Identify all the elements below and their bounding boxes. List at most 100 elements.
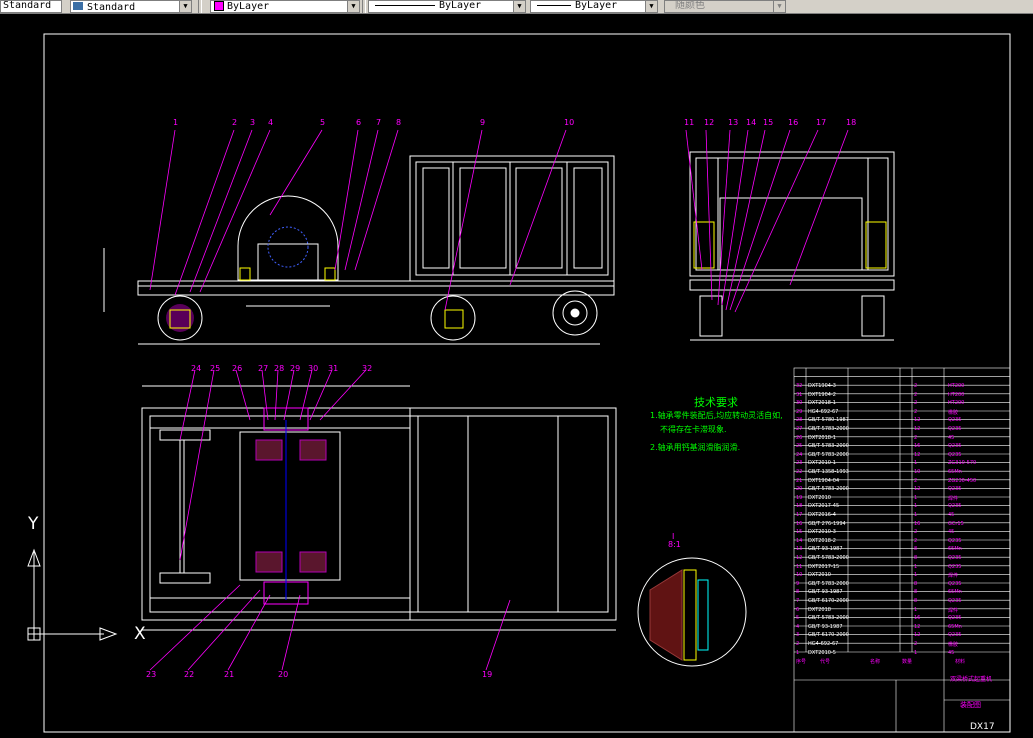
- chevron-down-icon[interactable]: ▼: [645, 1, 657, 12]
- parts-cell: 10: [914, 469, 921, 475]
- parts-cell: 16: [914, 615, 921, 622]
- tech-req-2: 2.轴承用钙基润滑脂润滑.: [650, 443, 741, 452]
- parts-cell: 焊件: [948, 607, 959, 614]
- balloon-30: 30: [308, 364, 319, 373]
- parts-cell: DXT1904-2: [808, 391, 836, 398]
- balloon-25: 25: [210, 364, 221, 373]
- parts-cell: 12: [914, 426, 921, 432]
- parts-cell: DXT1904-3: [808, 383, 836, 389]
- parts-cell: GB/T 93-1987: [808, 546, 843, 553]
- parts-cell: 橡胶: [948, 409, 959, 416]
- parts-cell: 1: [914, 512, 918, 518]
- parts-cell: 19: [796, 494, 803, 501]
- parts-cell: 8: [914, 580, 918, 587]
- title-name: 双梁桥式起重机: [950, 676, 993, 683]
- parts-cell: 21: [796, 477, 803, 484]
- parts-cell: Q235: [948, 486, 962, 493]
- balloon-3: 3: [250, 118, 256, 127]
- parts-cell: 2: [796, 641, 800, 647]
- parts-cell: GB/T 5783-2000: [808, 486, 849, 493]
- parts-cell: 45: [948, 649, 955, 656]
- parts-cell: 25: [796, 443, 803, 450]
- lineweight-preview-icon: [537, 4, 571, 6]
- color-value: ByLayer: [227, 1, 270, 12]
- color-swatch-icon: [214, 1, 224, 11]
- parts-cell: GB/T 5783-2000: [808, 555, 849, 561]
- parts-cell: 8: [914, 546, 918, 553]
- parts-cell: 16: [914, 520, 921, 527]
- parts-cell: 12: [914, 486, 921, 493]
- balloon-1: 1: [173, 118, 179, 127]
- parts-cell: 12: [914, 623, 921, 630]
- parts-cell: DXT1904-04: [808, 477, 840, 484]
- balloon-20: 20: [278, 670, 289, 679]
- parts-cell: 30: [796, 400, 803, 407]
- text-style-value: Standard: [3, 0, 52, 11]
- parts-cell: 28: [796, 417, 803, 424]
- parts-cell: Q235: [948, 537, 962, 544]
- side-view: [689, 151, 895, 341]
- balloon-17: 17: [816, 118, 827, 127]
- parts-cell: Q235: [948, 503, 962, 510]
- balloon-6: 6: [356, 118, 362, 127]
- parts-cell: DXT2018-2: [808, 537, 836, 544]
- parts-cell: 45: [948, 512, 955, 518]
- plotstyle-combo[interactable]: 随颜色 ▼: [664, 0, 786, 13]
- parts-cell: Q235: [948, 443, 962, 450]
- text-style-combo[interactable]: Standard: [0, 0, 62, 13]
- parts-cell: GB/T 5783-2000: [808, 580, 849, 587]
- parts-cell: 16: [796, 520, 803, 527]
- parts-header-cell: 代号: [820, 659, 831, 666]
- parts-cell: DXT2016-4: [808, 512, 836, 518]
- parts-cell: Q235: [948, 555, 962, 561]
- chevron-down-icon[interactable]: ▼: [179, 1, 191, 12]
- chevron-down-icon[interactable]: ▼: [347, 1, 359, 12]
- parts-cell: 12: [796, 555, 803, 561]
- parts-cell: 12: [914, 451, 921, 458]
- parts-cell: HT200: [948, 400, 965, 407]
- parts-cell: 8: [796, 589, 800, 596]
- parts-cell: GB/T 93-1987: [808, 623, 843, 630]
- balloon-32: 32: [362, 364, 373, 373]
- parts-cell: HG4-692-67: [808, 641, 839, 647]
- parts-cell: 焊件: [948, 495, 959, 502]
- parts-cell: 2: [914, 408, 918, 415]
- parts-cell: DXT2010-1: [808, 460, 836, 467]
- parts-cell: 2: [914, 434, 918, 441]
- parts-cell: DXT2017-15: [808, 563, 840, 570]
- parts-cell: Q235: [948, 451, 962, 458]
- text-style-select[interactable]: Standard ▼: [70, 0, 192, 13]
- parts-cell: 12: [914, 632, 921, 639]
- parts-cell: GB/T 276-1994: [808, 520, 846, 527]
- style-label: Standard: [87, 2, 136, 13]
- balloon-12: 12: [704, 118, 715, 127]
- parts-cell: DXT2018: [808, 606, 831, 613]
- balloon-27: 27: [258, 364, 269, 373]
- parts-cell: GCr15: [948, 520, 964, 527]
- parts-cell: GB/T 93-1987: [808, 589, 843, 596]
- color-combo[interactable]: ByLayer ▼: [210, 0, 360, 13]
- cad-drawing: [27, 33, 1011, 733]
- chevron-down-icon[interactable]: ▼: [773, 1, 785, 12]
- parts-cell: 26: [796, 434, 803, 441]
- axis-x-label: X: [134, 624, 146, 644]
- parts-cell: 焊件: [948, 573, 959, 580]
- parts-cell: 8: [914, 598, 918, 604]
- parts-cell: HT200: [948, 391, 965, 398]
- drawing-canvas[interactable]: 1 2 3 4 5 6 7 8 9 10 11 12 13 14 15 16 17 18 24 25 26 27 28 29 3…: [0, 14, 1033, 738]
- parts-cell: 23: [796, 460, 803, 467]
- parts-cell: 1: [914, 649, 918, 656]
- parts-cell: DXT2010: [808, 494, 831, 501]
- lineweight-combo[interactable]: ByLayer ▼: [530, 0, 658, 13]
- tech-req-1b: 不得存在卡滞现象.: [660, 425, 727, 434]
- balloon-22: 22: [184, 670, 195, 679]
- parts-cell: 1: [914, 606, 918, 613]
- parts-cell: 3: [796, 632, 800, 639]
- parts-cell: Q235: [948, 598, 962, 604]
- drawing-border: [43, 33, 1011, 733]
- section-detail: [637, 557, 747, 667]
- tech-title: 技术要求: [694, 396, 738, 409]
- chevron-down-icon[interactable]: ▼: [513, 1, 525, 12]
- balloon-2: 2: [232, 118, 238, 127]
- linetype-combo[interactable]: ByLayer ▼: [368, 0, 526, 13]
